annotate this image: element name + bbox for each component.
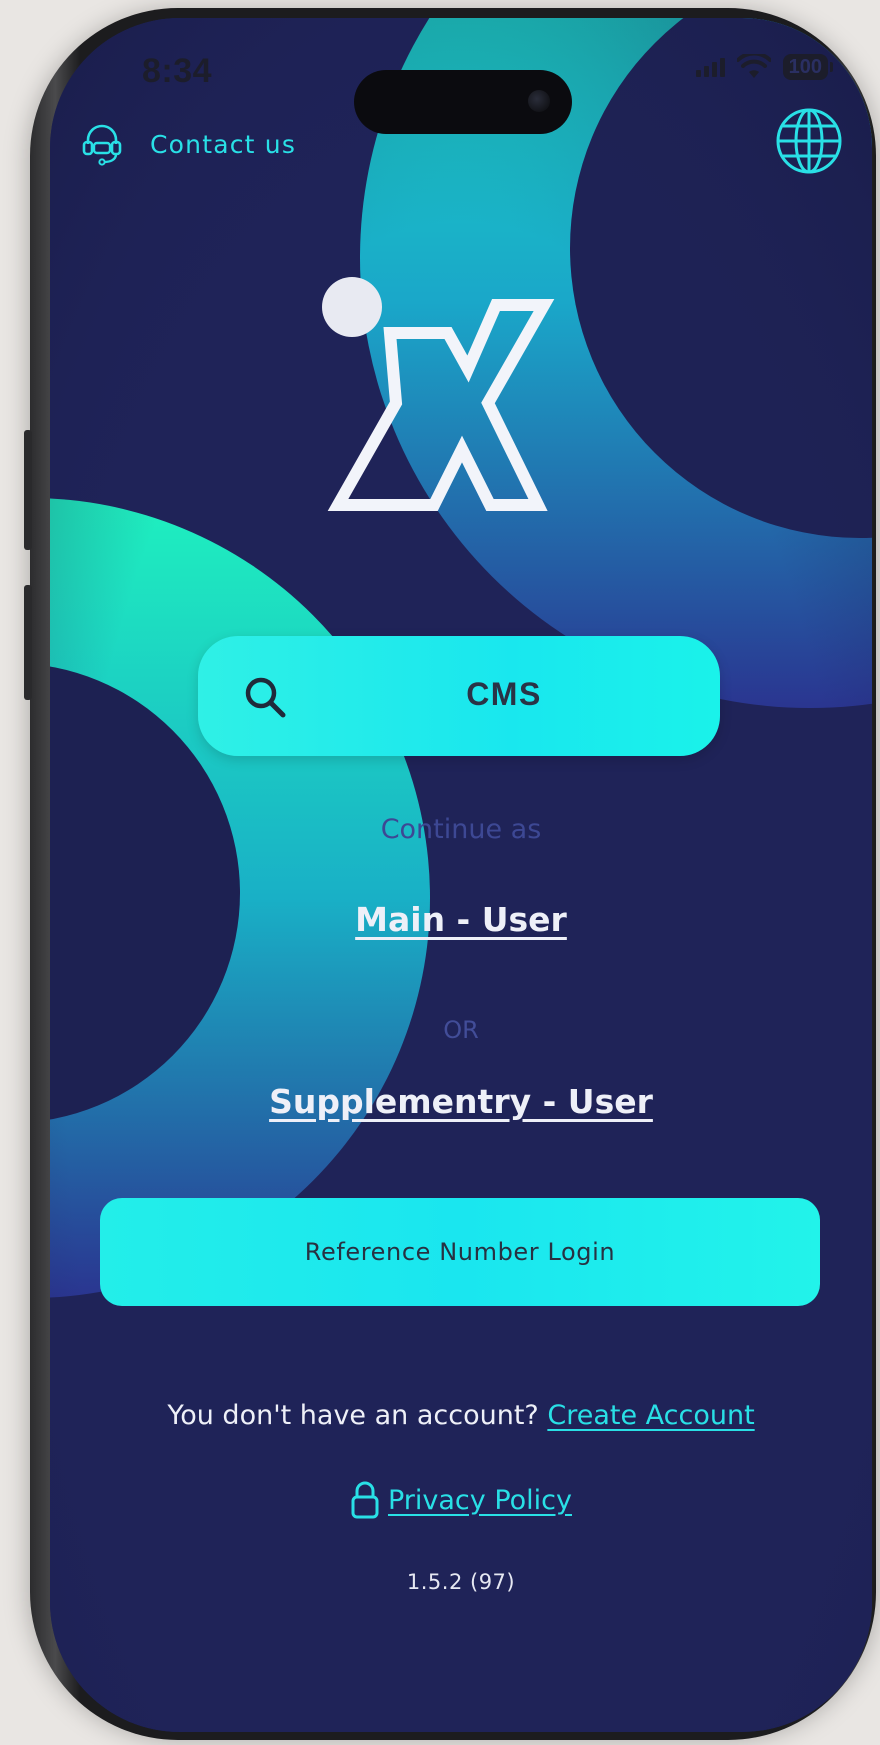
create-account-link[interactable]: Create Account [547, 1400, 754, 1431]
headset-icon [82, 124, 122, 166]
status-icons: 100 [695, 54, 834, 80]
contact-us-label: Contact us [150, 129, 297, 159]
volume-button[interactable] [24, 585, 32, 700]
company-search-field[interactable]: CMS [198, 636, 720, 756]
globe-icon[interactable] [774, 106, 844, 176]
app-screen: 8:34 100 Contact us CMS Continue as Main… [50, 18, 872, 1732]
privacy-policy-row[interactable]: Privacy Policy [50, 1480, 872, 1520]
app-version: 1.5.2 (97) [406, 1570, 516, 1594]
or-divider: OR [443, 1016, 479, 1044]
main-user-link[interactable]: Main - User [50, 900, 872, 939]
cellular-signal-icon [695, 57, 725, 77]
dynamic-island [354, 70, 572, 134]
continue-as-label: Continue as [380, 814, 542, 845]
supplementary-user-link[interactable]: Supplementry - User [50, 1082, 872, 1121]
search-value: CMS [466, 676, 542, 712]
create-account-row: You don't have an account? Create Accoun… [50, 1400, 872, 1431]
wifi-icon [736, 54, 771, 78]
status-time: 8:34 [142, 52, 213, 90]
action-button[interactable] [24, 430, 32, 550]
battery-indicator: 100 [782, 54, 834, 80]
privacy-policy-link[interactable]: Privacy Policy [388, 1485, 572, 1516]
reference-number-login-button[interactable]: Reference Number Login [100, 1198, 820, 1306]
no-account-text: You don't have an account? [167, 1400, 539, 1431]
app-logo [322, 277, 555, 511]
front-camera [528, 90, 550, 112]
lock-icon [351, 1481, 379, 1519]
contact-us-button[interactable]: Contact us [80, 122, 296, 166]
